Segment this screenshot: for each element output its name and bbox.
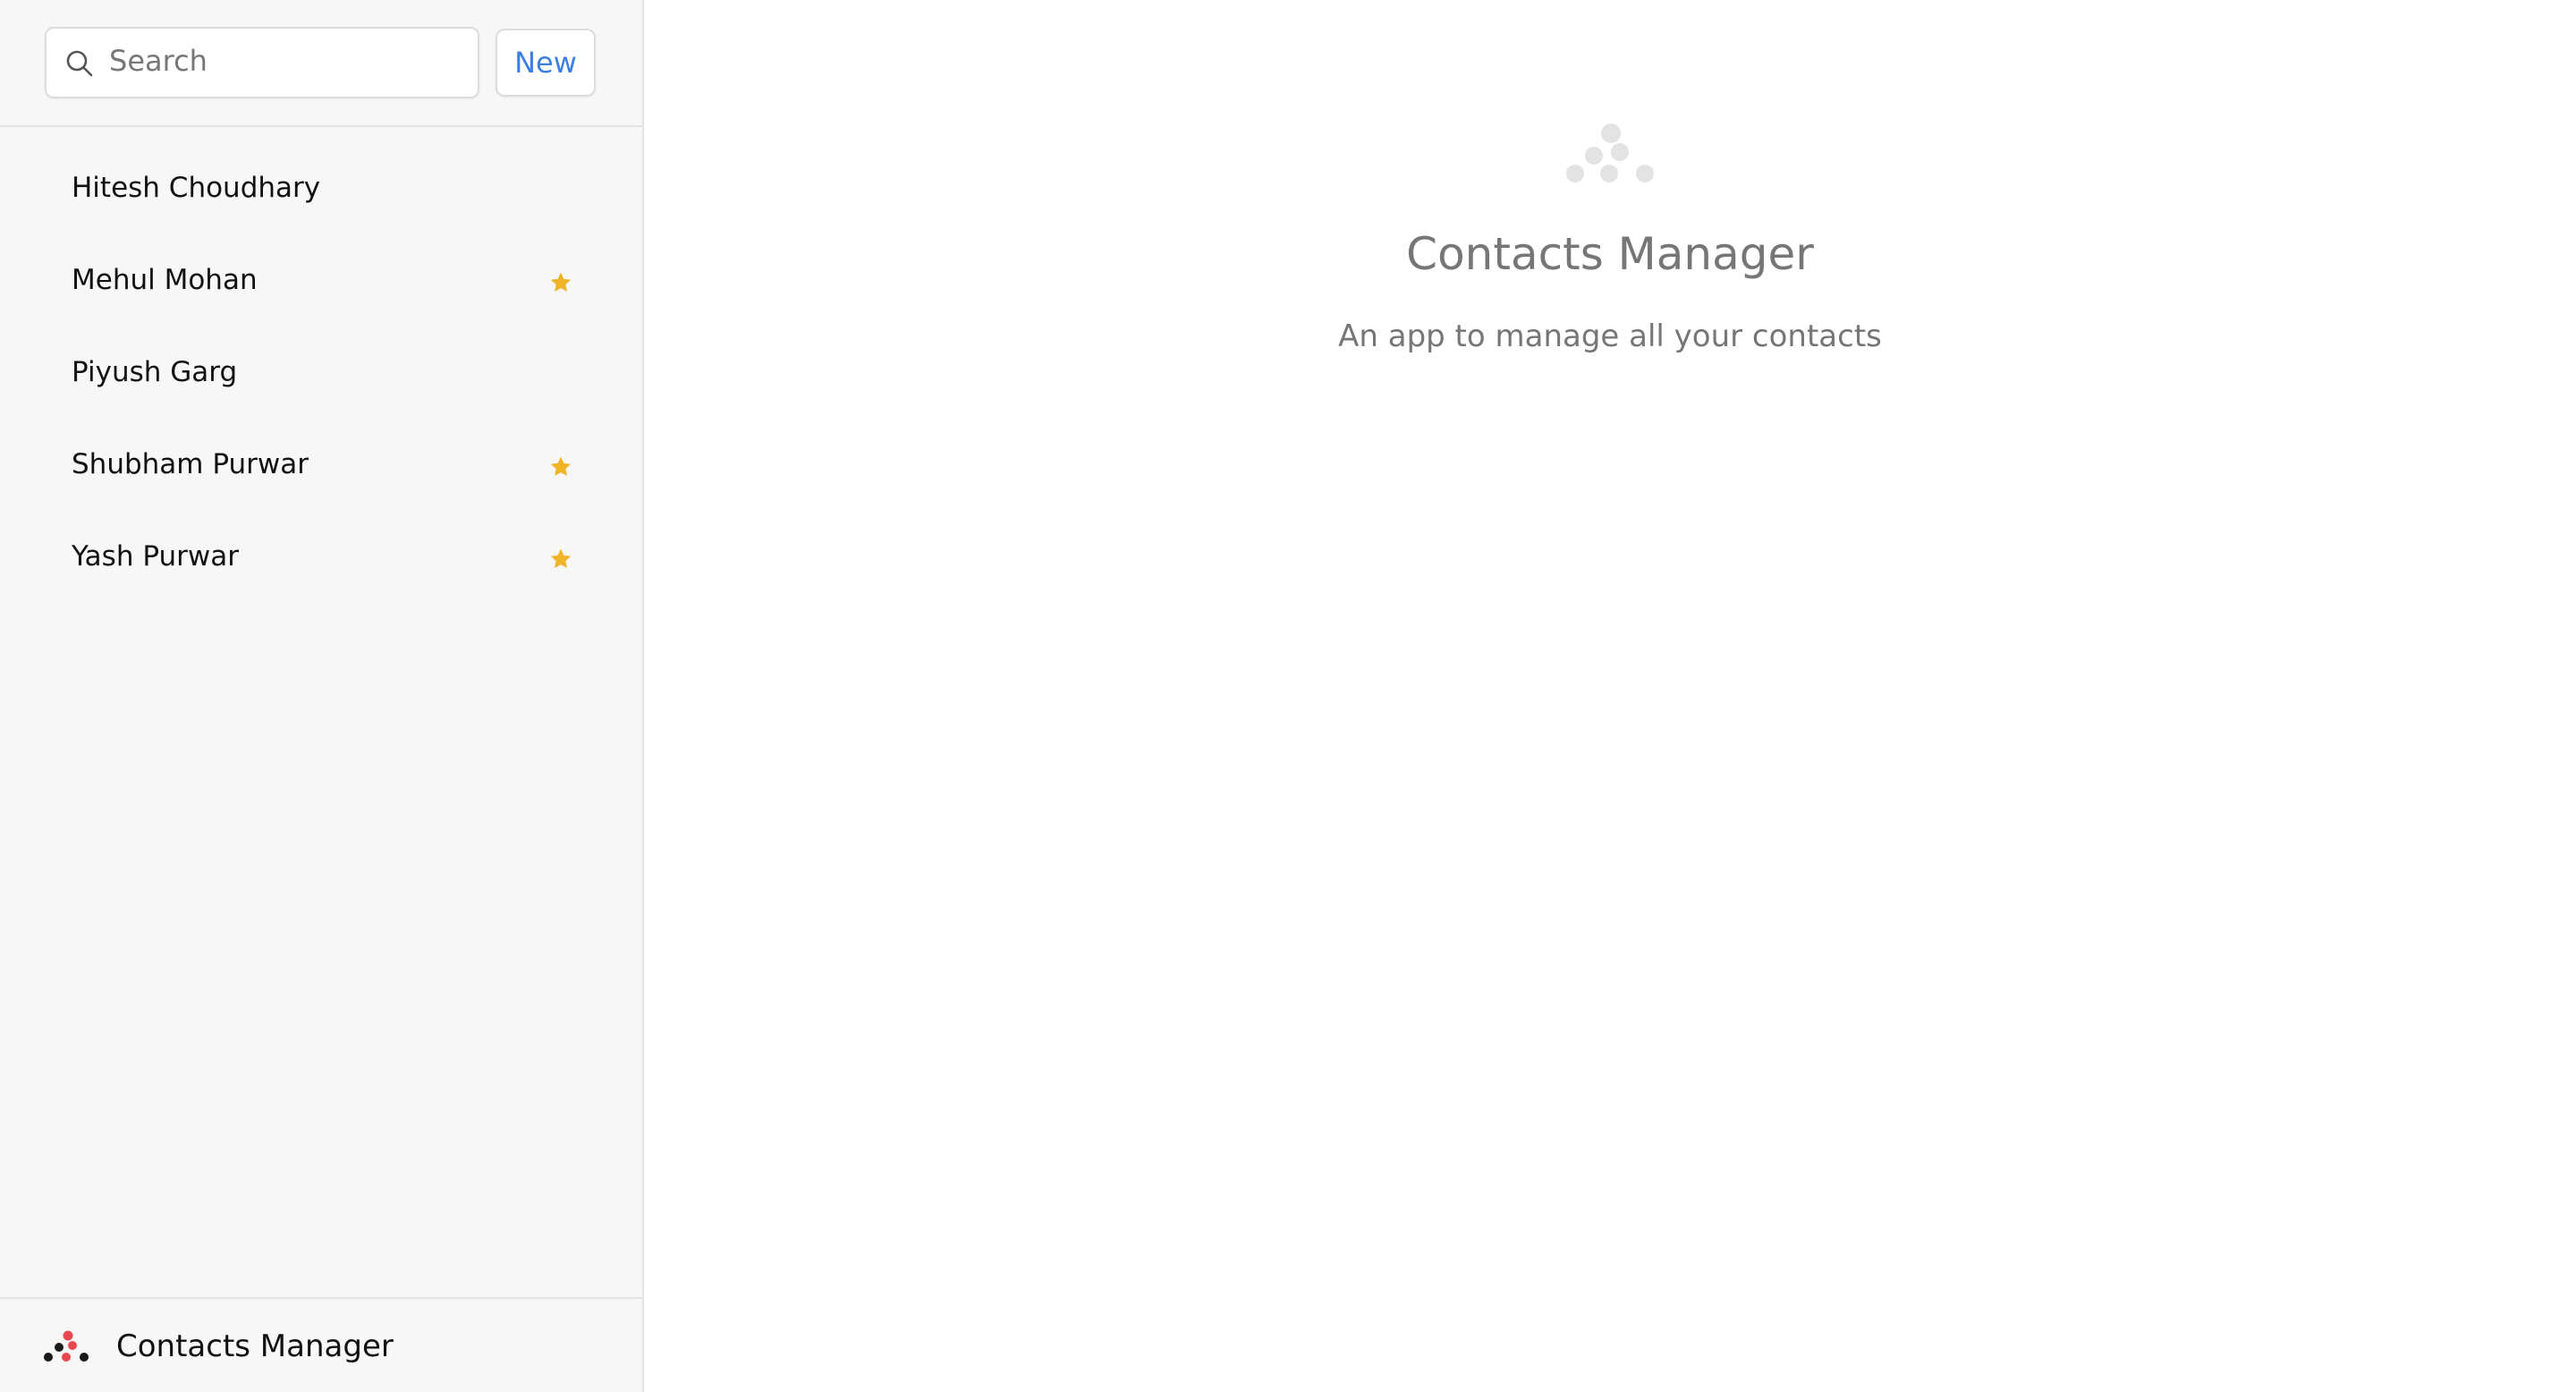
contact-list-item[interactable]: Mehul Mohan [0, 244, 642, 336]
star-icon [550, 272, 572, 292]
sidebar: New Hitesh Choudhary Mehul Mohan Piyush Ga… [0, 0, 644, 1392]
main-panel: Contacts Manager An app to manage all yo… [644, 0, 2576, 1392]
star-icon [550, 548, 572, 568]
app-name: Contacts Manager [116, 1328, 394, 1364]
app-window: New Hitesh Choudhary Mehul Mohan Piyush Ga… [0, 0, 2576, 1392]
page-subtitle: An app to manage all your contacts [1338, 318, 1882, 354]
contact-list: Hitesh Choudhary Mehul Mohan Piyush Garg Sh… [0, 152, 642, 613]
contacts-logo-icon [1566, 123, 1654, 182]
contacts-logo-icon [44, 1330, 89, 1362]
contact-name: Yash Purwar [72, 540, 239, 573]
new-contact-button[interactable]: New [496, 29, 596, 97]
search-icon [66, 50, 93, 77]
contact-name: Piyush Garg [72, 356, 238, 388]
contact-name: Shubham Purwar [72, 448, 309, 480]
contact-name: Hitesh Choudhary [72, 172, 321, 204]
star-icon [550, 456, 572, 476]
sidebar-header: New [0, 0, 642, 127]
contact-list-item[interactable]: Yash Purwar [0, 521, 642, 613]
contact-list-item[interactable]: Shubham Purwar [0, 429, 642, 521]
contact-list-item[interactable]: Piyush Garg [0, 336, 642, 429]
search-input[interactable] [109, 29, 467, 93]
contact-name: Mehul Mohan [72, 264, 258, 296]
sidebar-footer: Contacts Manager [0, 1297, 642, 1392]
search-box[interactable] [45, 27, 479, 98]
page-title: Contacts Manager [1406, 228, 1814, 280]
contact-list-item[interactable]: Hitesh Choudhary [0, 152, 642, 244]
